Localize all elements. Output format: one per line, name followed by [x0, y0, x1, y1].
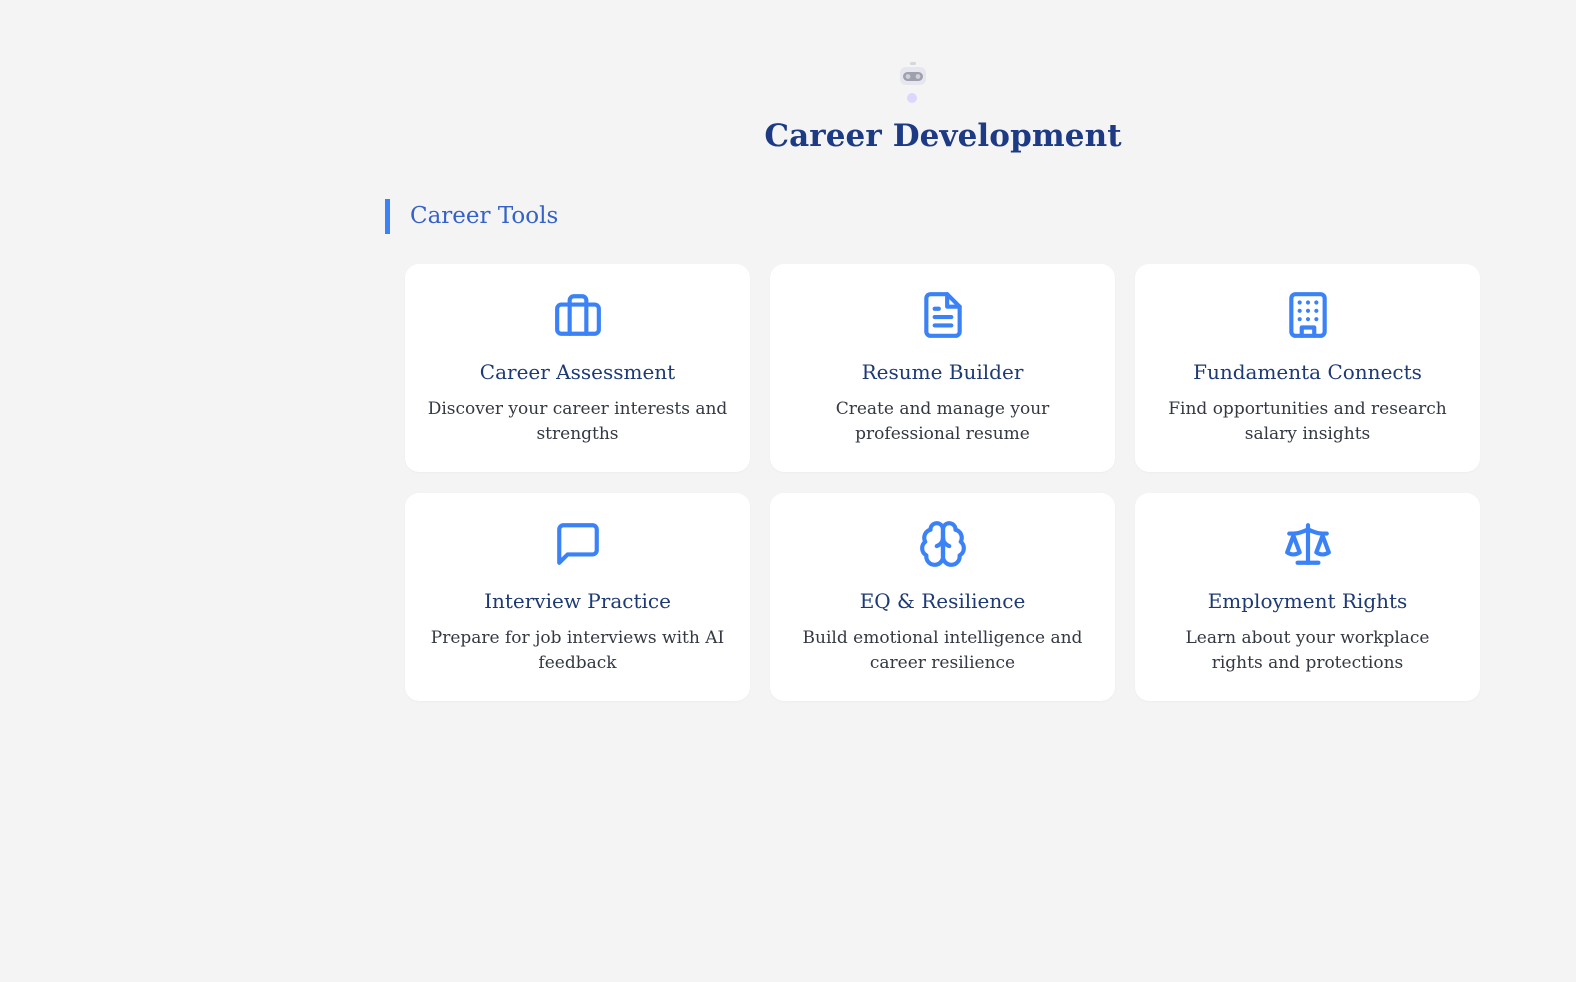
briefcase-icon	[553, 290, 603, 340]
chat-bubble-icon	[553, 519, 603, 569]
career-tools-grid: Career Assessment Discover your career i…	[405, 264, 1480, 701]
card-description: Find opportunities and research salary i…	[1168, 399, 1447, 444]
scale-icon	[1283, 519, 1333, 569]
card-description: Create and manage your professional resu…	[835, 399, 1050, 444]
robot-icon	[897, 60, 929, 106]
card-career-assessment[interactable]: Career Assessment Discover your career i…	[405, 264, 750, 472]
brain-icon	[918, 519, 968, 569]
card-description: Learn about your workplace rights and pr…	[1185, 628, 1430, 673]
section-heading-career-tools: Career Tools	[385, 199, 558, 234]
card-employment-rights[interactable]: Employment Rights Learn about your workp…	[1135, 493, 1480, 701]
card-title: EQ & Resilience	[859, 589, 1026, 613]
card-interview-practice[interactable]: Interview Practice Prepare for job inter…	[405, 493, 750, 701]
card-title: Employment Rights	[1207, 589, 1408, 613]
card-resume-builder[interactable]: Resume Builder Create and manage your pr…	[770, 264, 1115, 472]
card-title: Resume Builder	[861, 360, 1024, 384]
card-description: Prepare for job interviews with AI feedb…	[430, 628, 725, 673]
page-title: Career Development	[764, 118, 1122, 154]
career-development-page: Career Development Career Tools Career A…	[0, 0, 1576, 982]
document-icon	[918, 290, 968, 340]
card-fundamenta-connects[interactable]: Fundamenta Connects Find opportunities a…	[1135, 264, 1480, 472]
card-title: Fundamenta Connects	[1193, 360, 1422, 384]
building-icon	[1283, 290, 1333, 340]
card-description: Build emotional intelligence and career …	[802, 628, 1083, 673]
card-title: Interview Practice	[484, 589, 671, 613]
card-eq-resilience[interactable]: EQ & Resilience Build emotional intellig…	[770, 493, 1115, 701]
card-title: Career Assessment	[479, 360, 676, 384]
card-description: Discover your career interests and stren…	[427, 399, 728, 444]
